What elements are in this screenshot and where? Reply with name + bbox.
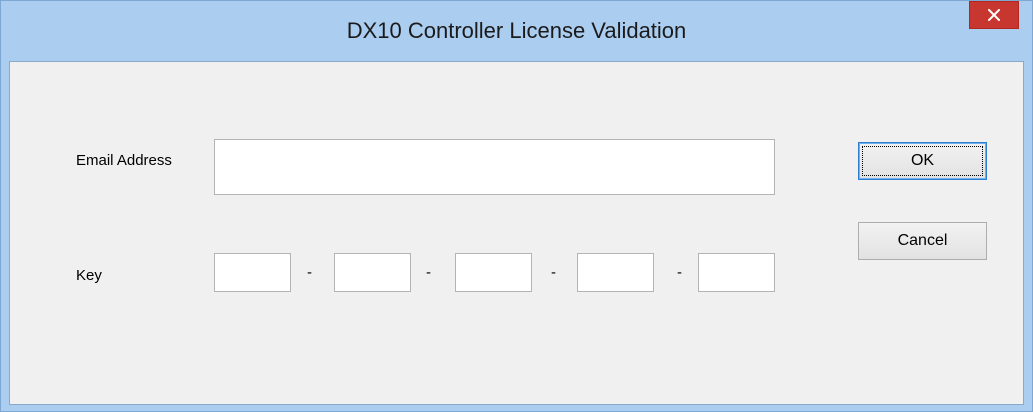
key-field-2[interactable]	[334, 253, 411, 292]
close-button[interactable]	[969, 1, 1019, 29]
key-separator: -	[677, 264, 682, 281]
key-field-3[interactable]	[455, 253, 532, 292]
license-dialog: DX10 Controller License Validation Email…	[0, 0, 1033, 412]
key-field-1[interactable]	[214, 253, 291, 292]
window-title: DX10 Controller License Validation	[346, 18, 687, 43]
key-separator: -	[307, 264, 312, 281]
ok-button-label: OK	[910, 152, 935, 169]
key-field-4[interactable]	[577, 253, 654, 292]
key-field-5[interactable]	[698, 253, 775, 292]
cancel-button[interactable]: Cancel	[858, 222, 987, 260]
email-input[interactable]	[214, 139, 775, 195]
ok-button[interactable]: OK	[858, 142, 987, 180]
key-label: Key	[76, 267, 102, 284]
dialog-client-area: Email Address Key - - - - OK Cancel	[9, 61, 1024, 405]
email-label: Email Address	[76, 152, 172, 169]
close-icon	[988, 9, 1000, 21]
title-bar: DX10 Controller License Validation	[1, 1, 1032, 61]
cancel-button-label: Cancel	[897, 232, 948, 249]
key-separator: -	[426, 264, 431, 281]
key-separator: -	[551, 264, 556, 281]
